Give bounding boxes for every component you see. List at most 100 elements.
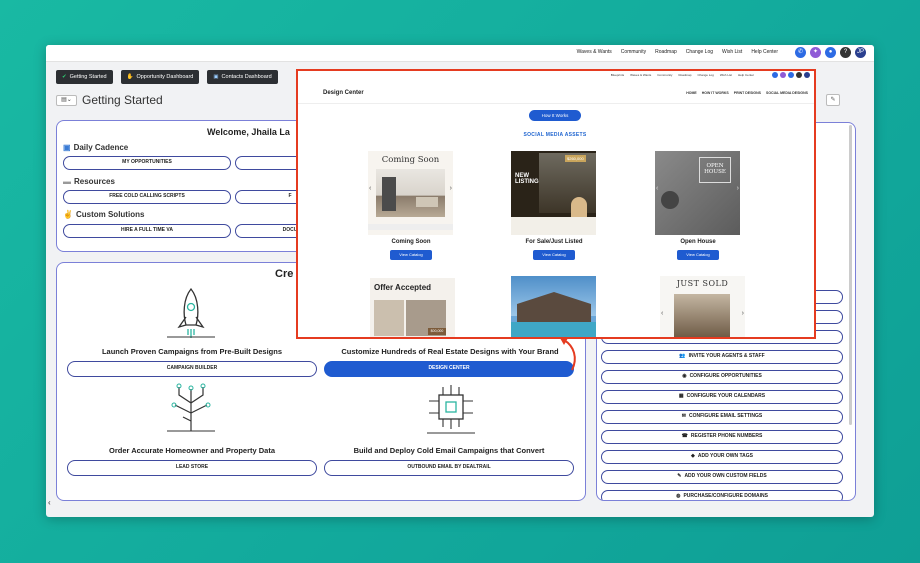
outbound-email-button[interactable]: OUTBOUND EMAIL BY DEALTRAIL	[324, 460, 574, 476]
help-icon[interactable]: ?	[840, 47, 851, 58]
book-icon: ▬	[63, 177, 71, 186]
overlay-topnav-item[interactable]: Help Center	[738, 73, 754, 77]
modern-house-card[interactable]	[511, 276, 596, 337]
scrollbar[interactable]	[849, 125, 852, 425]
add-custom-fields-button[interactable]: ✎ ADD YOUR OWN CUSTOM FIELDS	[601, 470, 843, 484]
chevron-left-icon[interactable]: ‹	[369, 185, 371, 192]
megaphone-icon[interactable]	[780, 72, 786, 78]
dashboard-tabs: ✔ Getting Started ✋ Opportunity Dashboard …	[56, 70, 278, 84]
topnav-wishlist[interactable]: Wish List	[722, 49, 742, 55]
overlay-topnav-item[interactable]: Roadmap	[678, 73, 691, 77]
top-bar: Waves & Wants Community Roadmap Change L…	[46, 45, 874, 62]
tab-contacts-dashboard[interactable]: ▣ Contacts Dashboard	[207, 70, 278, 84]
overlay-topbar: Blueprints Waves & Wants Community Roadm…	[298, 71, 814, 80]
chip-icon	[427, 385, 475, 434]
bell-icon[interactable]: ●	[825, 47, 836, 58]
lead-store-button[interactable]: LEAD STORE	[67, 460, 317, 476]
invite-agents-button[interactable]: 👥 INVITE YOUR AGENTS & STAFF	[601, 350, 843, 364]
add-tags-button[interactable]: ◆ ADD YOUR OWN TAGS	[601, 450, 843, 464]
feature-data: Order Accurate Homeowner and Property Da…	[108, 446, 276, 455]
overlay-topnav-item[interactable]: Community	[657, 73, 672, 77]
tab-label: Opportunity Dashboard	[136, 74, 194, 80]
chevron-right-icon[interactable]: ›	[737, 185, 739, 192]
chevron-left-icon[interactable]: ‹	[48, 498, 51, 507]
overlay-topnav-item[interactable]: Blueprints	[611, 73, 624, 77]
tab-getting-started[interactable]: ✔ Getting Started	[56, 70, 113, 84]
view-catalog-button[interactable]: View Catalog	[533, 250, 575, 260]
edit-icon[interactable]: ✎	[826, 94, 840, 106]
topnav-waves[interactable]: Waves & Wants	[577, 49, 612, 55]
chevron-right-icon[interactable]: ›	[742, 310, 744, 317]
button-label: CONFIGURE YOUR CALENDARS	[686, 393, 766, 399]
button-label: FREE COLD CALLING SCRIPTS	[109, 193, 185, 199]
overlay-topnav-item[interactable]: Wish List	[720, 73, 732, 77]
phone-icon[interactable]	[772, 72, 778, 78]
coming-soon-card[interactable]: Coming Soon ‹ ›	[368, 151, 453, 235]
just-sold-card[interactable]: JUST SOLD ‹ ›	[660, 276, 745, 337]
button-label: CAMPAIGN BUILDER	[166, 365, 218, 371]
free-scripts-button[interactable]: FREE COLD CALLING SCRIPTS	[63, 190, 231, 204]
tab-opportunity-dashboard[interactable]: ✋ Opportunity Dashboard	[120, 70, 200, 84]
open-house-card[interactable]: OPEN HOUSE ‹ ›	[655, 151, 740, 235]
create-title: Cre	[275, 268, 294, 280]
nav-print-designs[interactable]: PRINT DESIGNS	[734, 91, 761, 95]
section-heading: SOCIAL MEDIA ASSETS	[523, 132, 587, 138]
view-catalog-button[interactable]: View Catalog	[677, 250, 719, 260]
topnav-help[interactable]: Help Center	[751, 49, 778, 55]
price-badge: $260,000	[565, 155, 586, 162]
how-it-works-button[interactable]: How It Works	[529, 110, 581, 121]
help-icon[interactable]	[796, 72, 802, 78]
card-label: For Sale/Just Listed	[525, 239, 583, 245]
configure-calendars-button[interactable]: ▦ CONFIGURE YOUR CALENDARS	[601, 390, 843, 404]
configure-email-button[interactable]: ✉ CONFIGURE EMAIL SETTINGS	[601, 410, 843, 424]
eye-icon: ◉	[682, 373, 687, 379]
house-photo	[539, 153, 596, 213]
card-image-text: Offer Accepted	[374, 283, 432, 292]
avatar[interactable]: JP	[855, 47, 866, 58]
button-label: ADD YOUR OWN CUSTOM FIELDS	[684, 473, 767, 479]
title-row: ▤⌄ Getting Started	[56, 93, 163, 107]
topnav-changelog[interactable]: Change Log	[686, 49, 713, 55]
chevron-left-icon[interactable]: ‹	[661, 310, 663, 317]
design-center-button[interactable]: DESIGN CENTER	[324, 361, 574, 377]
handshake-icon: ✋	[126, 74, 134, 80]
overlay-topnav-item[interactable]: Change Log	[697, 73, 713, 77]
design-center-nav: HOME HOW IT WORKS PRINT DESIGNS SOCIAL M…	[686, 91, 808, 95]
lamp-graphic	[661, 191, 679, 209]
hire-va-button[interactable]: HIRE A FULL TIME VA	[63, 224, 231, 238]
interior-photo	[376, 169, 445, 217]
register-phone-button[interactable]: ☎ REGISTER PHONE NUMBERS	[601, 430, 843, 444]
view-toggle-button[interactable]: ▤⌄	[56, 94, 77, 106]
my-opportunities-button[interactable]: MY OPPORTUNITIES	[63, 156, 231, 170]
configure-opportunities-button[interactable]: ◉ CONFIGURE OPPORTUNITIES	[601, 370, 843, 384]
card-footer	[511, 217, 596, 235]
calendar-icon: ▦	[678, 393, 684, 399]
button-label: CONFIGURE EMAIL SETTINGS	[688, 413, 763, 419]
topnav-community[interactable]: Community	[621, 49, 646, 55]
megaphone-icon[interactable]: ✦	[810, 47, 821, 58]
button-label: CONFIGURE OPPORTUNITIES	[689, 373, 762, 379]
campaign-builder-button[interactable]: CAMPAIGN BUILDER	[67, 361, 317, 377]
top-nav: Waves & Wants Community Roadmap Change L…	[577, 49, 778, 55]
house-photo	[674, 294, 730, 337]
button-label: REGISTER PHONE NUMBERS	[690, 433, 763, 439]
bell-icon[interactable]	[788, 72, 794, 78]
overlay-top-icons	[772, 72, 810, 78]
overlay-topnav-item[interactable]: Waves & Wants	[630, 73, 651, 77]
avatar[interactable]	[804, 72, 810, 78]
chevron-left-icon[interactable]: ‹	[656, 185, 658, 192]
offer-accepted-card[interactable]: Offer Accepted $00,000	[370, 278, 455, 337]
check-icon: ✔	[62, 74, 67, 80]
chevron-right-icon[interactable]: ›	[450, 185, 452, 192]
phone-icon[interactable]: ✆	[795, 47, 806, 58]
nav-how-it-works[interactable]: HOW IT WORKS	[702, 91, 729, 95]
purchase-domains-button[interactable]: ◍ PURCHASE/CONFIGURE DOMAINS	[601, 490, 843, 500]
nav-home[interactable]: HOME	[686, 91, 697, 95]
topnav-roadmap[interactable]: Roadmap	[655, 49, 677, 55]
users-icon: 👥	[679, 353, 686, 359]
nav-social-media-designs[interactable]: SOCIAL MEDIA DESIGNS	[766, 91, 808, 95]
new-listing-card[interactable]: NEW LISTING $260,000	[511, 151, 596, 235]
view-catalog-button[interactable]: View Catalog	[390, 250, 432, 260]
feature-email: Build and Deploy Cold Email Campaigns th…	[353, 446, 545, 455]
feature-designs: Customize Hundreds of Real Estate Design…	[341, 347, 559, 356]
